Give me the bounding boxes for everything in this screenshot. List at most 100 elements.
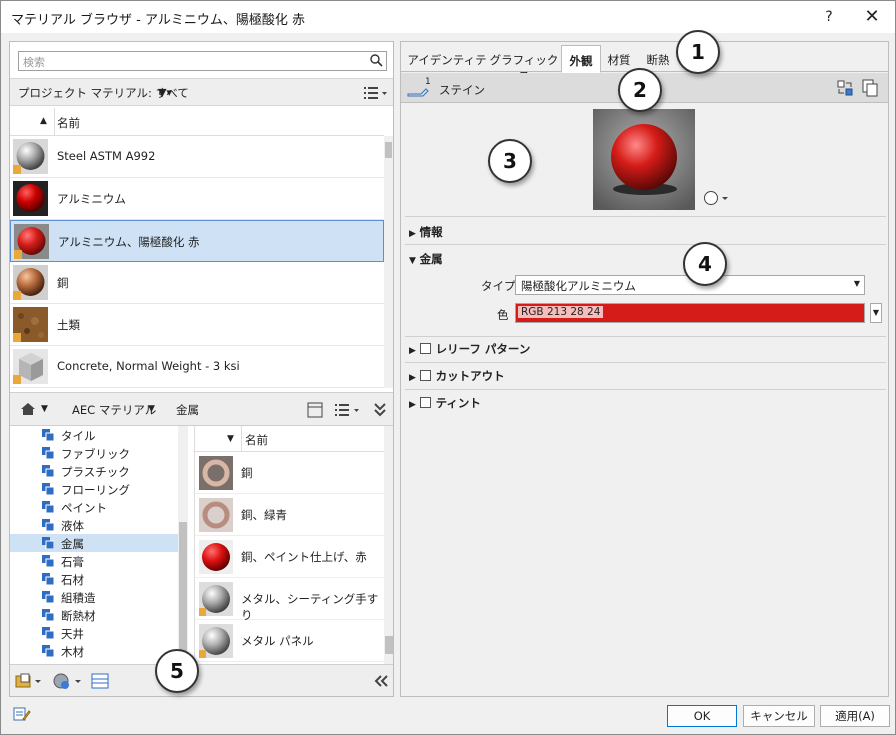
section-cutout-label: カットアウト: [435, 369, 505, 383]
name-column-header[interactable]: 名前: [57, 115, 80, 131]
scrollbar-thumb[interactable]: [179, 522, 187, 662]
expand-arrow-icon[interactable]: ▶: [409, 346, 416, 356]
callout-2: 2: [618, 68, 662, 112]
materials-scrollbar[interactable]: [384, 136, 393, 388]
type-label: タイプ: [481, 279, 516, 293]
library-item-name: 銅、ペイント仕上げ、赤: [241, 550, 367, 564]
cutout-checkbox[interactable]: [419, 370, 431, 381]
view-options-icon[interactable]: [364, 86, 388, 100]
library-row[interactable]: 銅、緑青: [195, 494, 384, 536]
breadcrumb-metal[interactable]: 金属: [176, 402, 199, 418]
collapse-down-icon[interactable]: [373, 402, 387, 418]
chevron-down-icon[interactable]: ▼: [148, 404, 155, 414]
section-metal[interactable]: ▼ 金属: [409, 251, 882, 267]
replace-asset-icon[interactable]: [837, 80, 853, 96]
tree-item[interactable]: 液体: [10, 516, 178, 534]
earth-texture-thumbnail: [13, 307, 48, 342]
library-view-icon[interactable]: [335, 403, 361, 417]
scrollbar-thumb[interactable]: [385, 142, 392, 158]
tree-item[interactable]: フローリング: [10, 480, 178, 498]
tab-identity[interactable]: アイデンティティ: [407, 48, 487, 83]
search-input[interactable]: 検索: [18, 51, 387, 71]
sort-ascending-icon[interactable]: ▲: [40, 116, 47, 126]
scrollbar-thumb[interactable]: [385, 636, 393, 654]
library-manage-icon[interactable]: [15, 673, 43, 689]
help-button[interactable]: ?: [819, 5, 839, 29]
filter-icon[interactable]: ▼▾: [158, 86, 172, 99]
asset-name: ステイン: [439, 83, 485, 97]
section-relief[interactable]: ▶ レリーフ パターン: [409, 341, 882, 357]
library-row[interactable]: 銅: [195, 452, 384, 494]
duplicate-asset-icon[interactable]: [862, 79, 878, 97]
tree-item[interactable]: プラスチック: [10, 462, 178, 480]
home-icon[interactable]: [20, 402, 36, 416]
tree-scrollbar[interactable]: [178, 426, 188, 664]
tree-item[interactable]: タイル: [10, 426, 178, 444]
folder-icon: [42, 447, 55, 460]
material-row[interactable]: アルミニウム: [10, 178, 384, 220]
chevron-down-icon[interactable]: ▼: [854, 279, 860, 288]
material-row[interactable]: Steel ASTM A992: [10, 136, 384, 178]
copper-ring-thumbnail: [199, 456, 233, 490]
library-row[interactable]: メタル パネル: [195, 620, 384, 662]
tree-item[interactable]: 天井: [10, 624, 178, 642]
tree-item[interactable]: 木材: [10, 642, 178, 660]
tab-appearance[interactable]: 外観: [561, 45, 601, 73]
section-info[interactable]: ▶ 情報: [409, 224, 882, 240]
create-material-icon[interactable]: [53, 673, 83, 689]
section-cutout[interactable]: ▶ カットアウト: [409, 368, 882, 384]
tab-graphics[interactable]: グラフィックス: [489, 48, 559, 83]
sort-dropdown-icon[interactable]: ▼: [227, 434, 234, 444]
grid-scrollbar[interactable]: [384, 426, 393, 664]
panel-layout-icon[interactable]: [307, 402, 323, 418]
folder-icon: [42, 537, 55, 550]
material-row[interactable]: 銅: [10, 262, 384, 304]
tree-item[interactable]: 組積造: [10, 588, 178, 606]
chevron-down-icon[interactable]: ▼: [41, 404, 48, 414]
tree-item[interactable]: ペイント: [10, 498, 178, 516]
materials-header: ▲ 名前: [10, 108, 384, 136]
color-options-button[interactable]: ▼: [870, 303, 882, 323]
expand-arrow-icon[interactable]: ▶: [409, 400, 416, 410]
cancel-button[interactable]: キャンセル: [743, 705, 815, 727]
tree-item[interactable]: ファブリック: [10, 444, 178, 462]
folder-icon: [42, 609, 55, 622]
material-row-selected[interactable]: アルミニウム、陽極酸化 赤: [10, 220, 384, 262]
material-row[interactable]: Concrete, Normal Weight - 3 ksi: [10, 346, 384, 388]
tree-item[interactable]: 石膏: [10, 552, 178, 570]
copper-patina-thumbnail: [199, 498, 233, 532]
library-item-name: メタル、シーティング手すり: [241, 592, 379, 622]
preview-options-icon[interactable]: [703, 190, 731, 206]
library-item-name: 銅: [241, 466, 253, 480]
expand-arrow-icon[interactable]: ▶: [409, 373, 416, 383]
breadcrumb-aec[interactable]: AEC マテリアル: [72, 402, 156, 418]
edit-notes-icon[interactable]: [13, 706, 31, 722]
color-swatch[interactable]: RGB 213 28 24: [515, 303, 865, 323]
library-row[interactable]: メタル、シーティング手すり: [195, 578, 384, 622]
tint-checkbox[interactable]: [419, 397, 431, 408]
tree-item-selected[interactable]: 金属: [10, 534, 178, 552]
close-button[interactable]: ✕: [858, 5, 886, 29]
apply-button[interactable]: 適用(A): [820, 705, 890, 727]
library-row[interactable]: 銅、ペイント仕上げ、赤: [195, 536, 384, 578]
section-tint[interactable]: ▶ ティント: [409, 395, 882, 411]
collapse-arrow-icon[interactable]: ▼: [409, 256, 416, 266]
search-icon[interactable]: [369, 53, 383, 67]
callout-3: 3: [488, 139, 532, 183]
tree-item[interactable]: 石材: [10, 570, 178, 588]
tree-item[interactable]: 断熱材: [10, 606, 178, 624]
library-name-header[interactable]: 名前: [245, 432, 268, 448]
material-row[interactable]: 土類: [10, 304, 384, 346]
expand-arrow-icon[interactable]: ▶: [409, 229, 416, 239]
material-name: 銅: [57, 276, 69, 290]
collapse-left-icon[interactable]: [373, 675, 389, 687]
asset-user-count: 1: [425, 77, 431, 87]
ok-button[interactable]: OK: [667, 705, 737, 727]
library-item-name: メタル パネル: [241, 634, 314, 648]
asset-browser-icon[interactable]: [91, 673, 109, 689]
tab-physical[interactable]: 材質: [604, 48, 634, 72]
callout-5: 5: [155, 649, 199, 693]
type-value: 陽極酸化アルミニウム: [521, 279, 636, 293]
relief-checkbox[interactable]: [419, 343, 431, 354]
tree-item-label: 天井: [61, 627, 84, 641]
